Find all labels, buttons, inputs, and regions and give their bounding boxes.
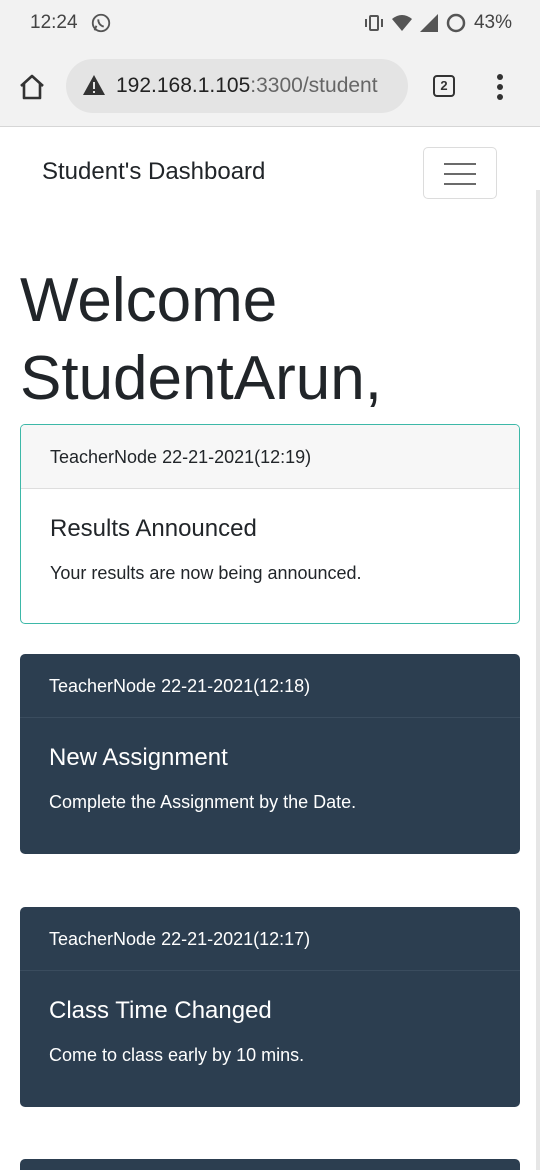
home-icon[interactable] <box>18 73 46 101</box>
address-bar[interactable]: 192.168.1.105:3300/student <box>66 59 408 113</box>
not-secure-warning-icon[interactable] <box>82 74 106 96</box>
signal-icon <box>419 14 438 32</box>
welcome-line-1: Welcome <box>20 266 278 335</box>
more-vert-icon[interactable] <box>495 74 505 100</box>
welcome-line-2: StudentArun, <box>20 344 382 413</box>
notice-text: Come to class early by 10 mins. <box>49 1045 305 1065</box>
whatsapp-icon <box>91 13 111 33</box>
notice-card: TeacherNode 22-21-2021(12:19) Results An… <box>20 424 520 624</box>
hamburger-icon <box>444 163 476 165</box>
tab-switcher-button[interactable]: 2 <box>433 75 455 97</box>
url-path: :3300/student <box>250 74 378 97</box>
status-time: 12:24 <box>30 12 78 33</box>
navbar-brand[interactable]: Student's Dashboard <box>42 158 265 186</box>
navbar-toggler-button[interactable] <box>423 147 497 199</box>
hamburger-icon <box>444 183 476 185</box>
notice-header: TeacherNode 22-21-2021(12:18) <box>20 654 520 718</box>
notice-body: Results Announced Your results are now b… <box>21 489 519 584</box>
battery-level: 43% <box>473 12 512 33</box>
browser-toolbar: 192.168.1.105:3300/student 2 <box>0 46 540 127</box>
url-text[interactable]: 192.168.1.105:3300/student <box>116 74 378 98</box>
notice-card: TeacherNode 22-21-2021(12:18) New Assign… <box>20 654 520 854</box>
notice-text: Complete the Assignment by the Date. <box>49 792 357 812</box>
status-icons: 43% <box>364 12 512 34</box>
page-scrollbar[interactable] <box>536 190 540 1170</box>
notice-header: TeacherNode 22-21-2021(12:19) <box>21 425 519 489</box>
notice-body: Class Time Changed Come to class early b… <box>20 971 520 1066</box>
status-bar: 12:24 43% <box>0 0 540 46</box>
notice-card-partial <box>20 1159 520 1170</box>
notice-title: Class Time Changed <box>49 997 272 1024</box>
notice-card: TeacherNode 22-21-2021(12:17) Class Time… <box>20 907 520 1107</box>
hamburger-icon <box>444 173 476 175</box>
notice-text: Your results are now being announced. <box>50 563 362 583</box>
vibrate-icon <box>364 15 383 31</box>
url-host: 192.168.1.105 <box>116 74 251 97</box>
wifi-icon <box>391 15 412 31</box>
battery-saver-icon <box>446 13 466 33</box>
notice-title: Results Announced <box>50 515 257 542</box>
notice-header: TeacherNode 22-21-2021(12:17) <box>20 907 520 971</box>
welcome-heading: Welcome StudentArun, <box>20 262 520 418</box>
notice-title: New Assignment <box>49 744 228 771</box>
notice-body: New Assignment Complete the Assignment b… <box>20 718 520 813</box>
